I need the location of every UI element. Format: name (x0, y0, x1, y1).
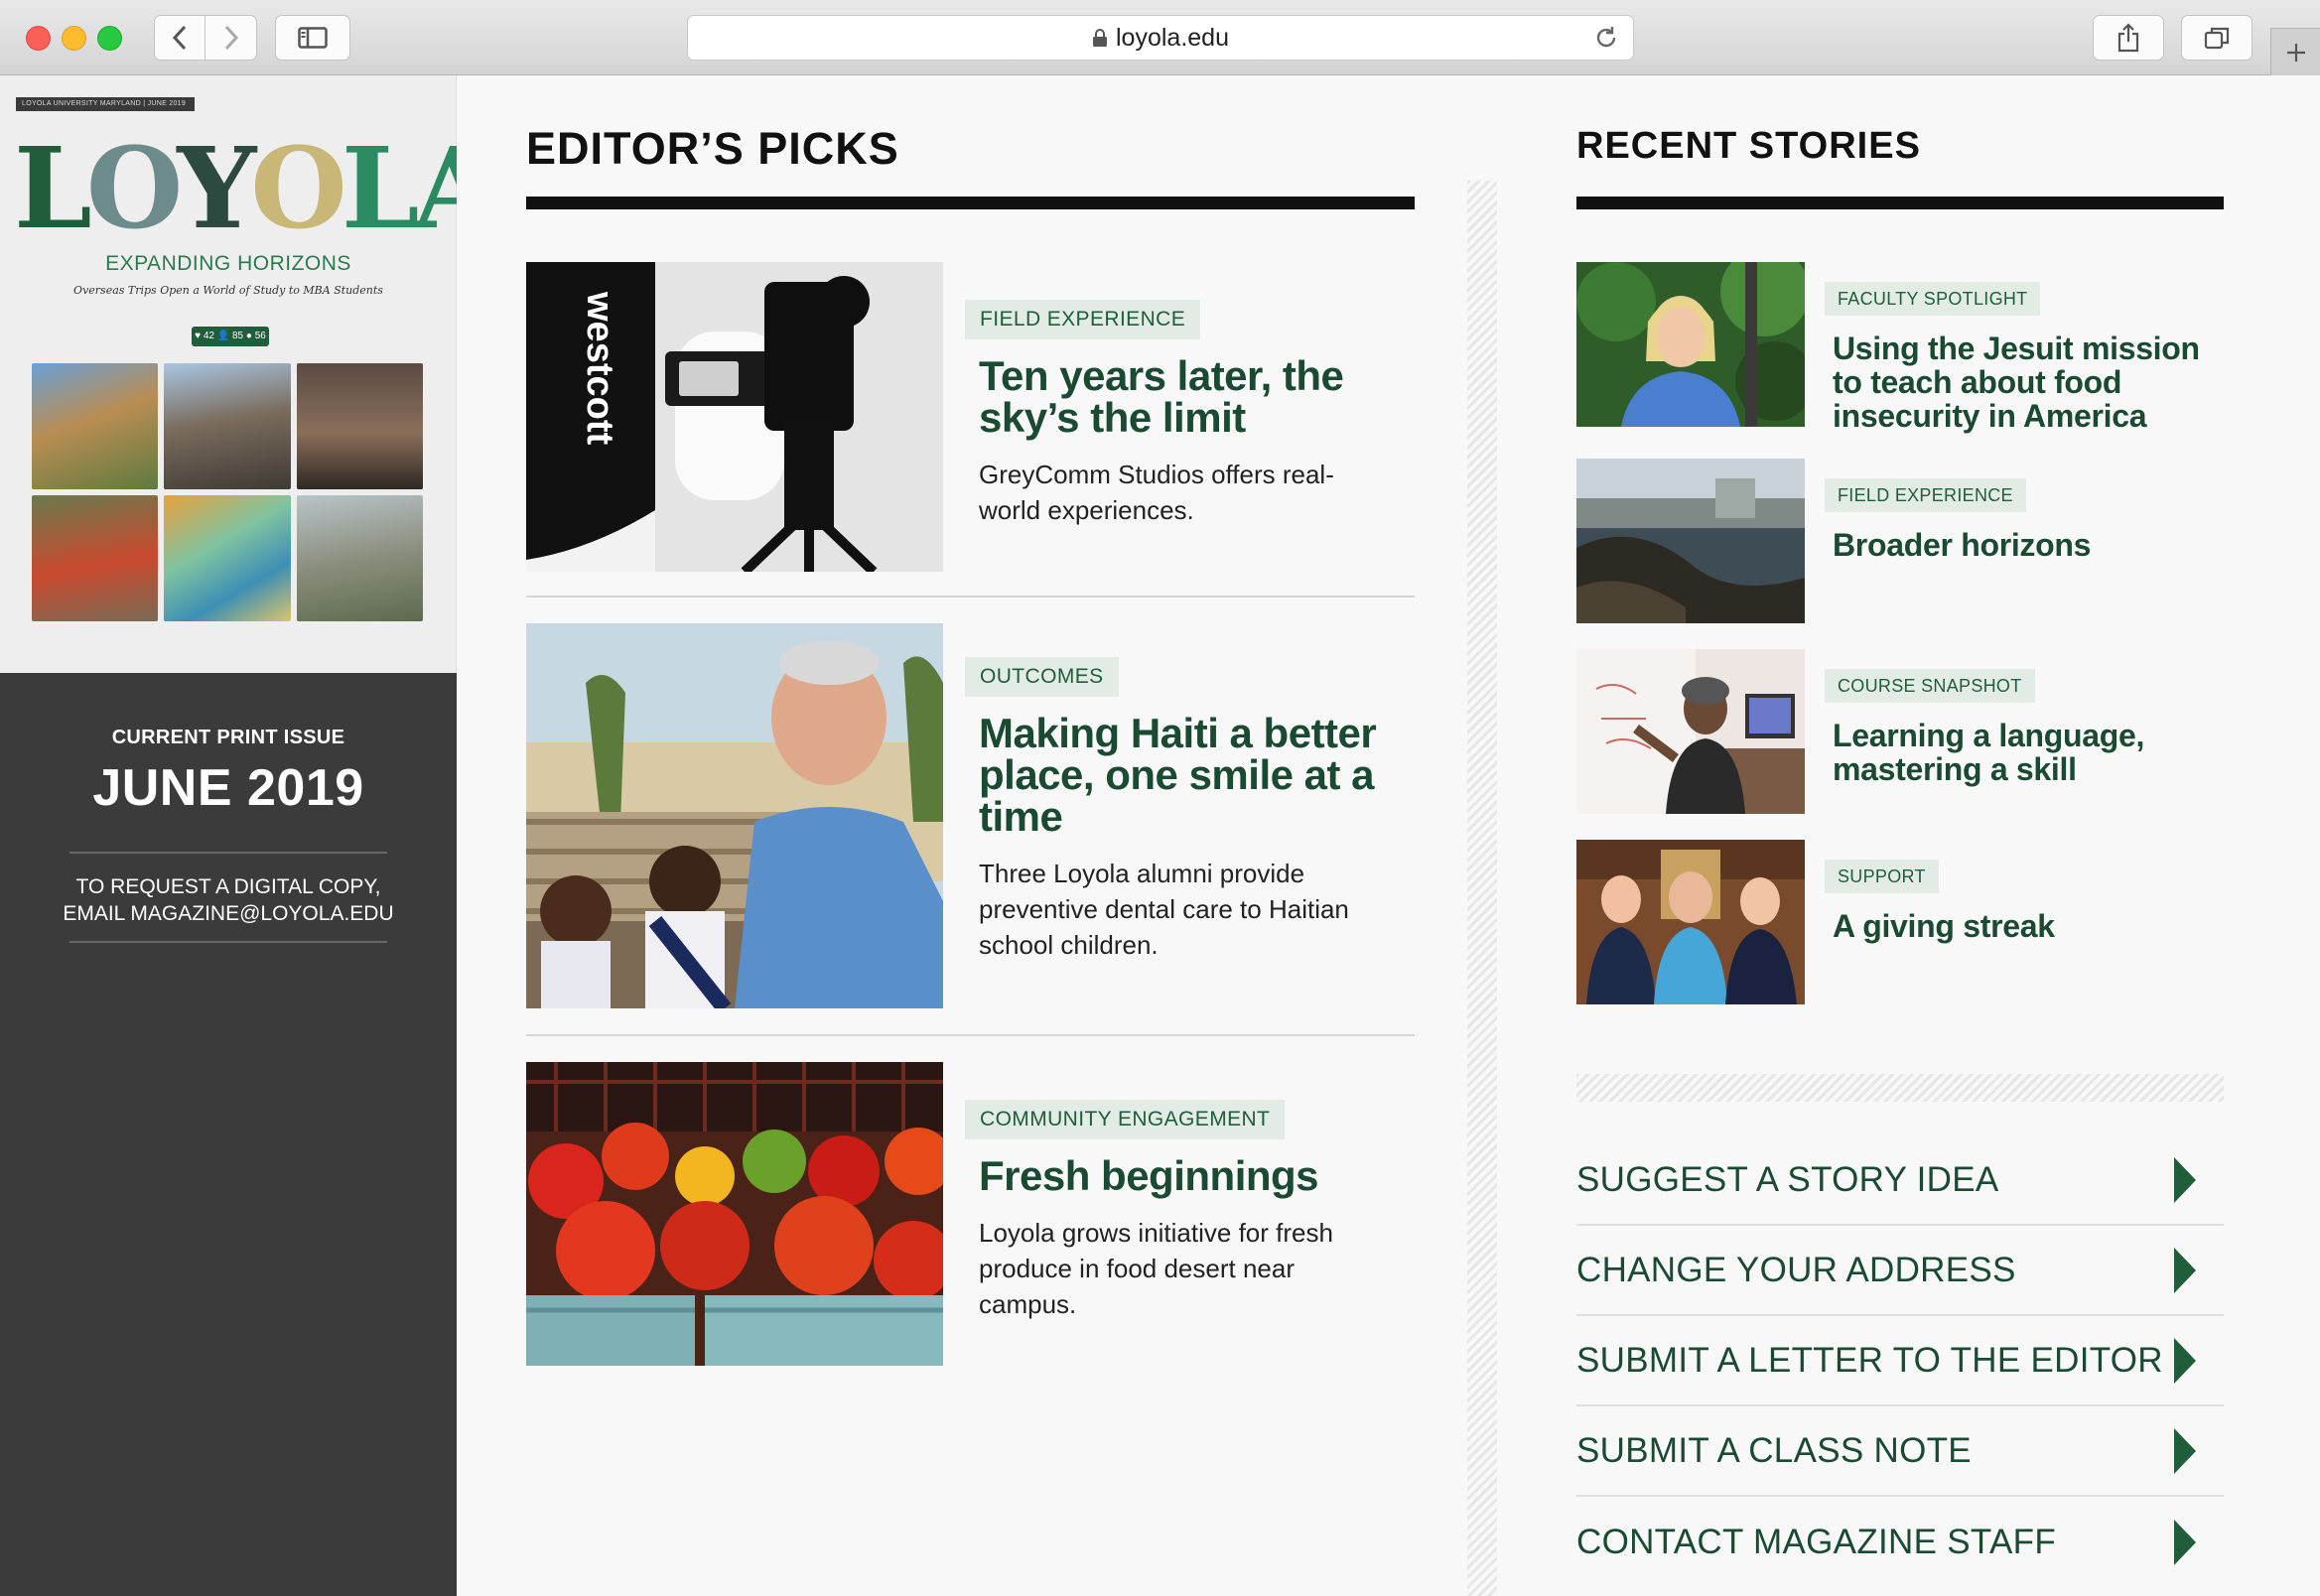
maximize-window-button[interactable] (97, 26, 122, 51)
divider (69, 941, 387, 943)
action-contact-staff[interactable]: CONTACT MAGAZINE STAFF (1576, 1497, 2224, 1587)
column-divider (1467, 181, 1497, 1596)
browser-toolbar: loyola.edu (0, 0, 2320, 75)
section-rule (1576, 197, 2224, 209)
category-tag[interactable]: OUTCOMES (965, 657, 1119, 697)
cover-headline: EXPANDING HORIZONS (105, 252, 351, 275)
cover-photo (32, 363, 159, 489)
current-issue-label: CURRENT PRINT ISSUE (111, 727, 345, 748)
divider (526, 1034, 1415, 1036)
story-title[interactable]: A giving streak (1833, 909, 2230, 943)
category-tag[interactable]: COURSE SNAPSHOT (1825, 669, 2035, 703)
article-title[interactable]: Making Haiti a better place, one smile a… (979, 713, 1406, 838)
main-content: EDITOR’S PICKS westcott FIELD EXPERIENCE… (457, 75, 2320, 1596)
divider (69, 852, 387, 854)
category-tag[interactable]: FIELD EXPERIENCE (1825, 478, 2026, 512)
cover-photo (32, 495, 159, 621)
pick-image-haiti[interactable] (526, 623, 943, 1013)
arrow-right-icon (2174, 1337, 2196, 1384)
sidebar-icon (298, 27, 328, 49)
recent-story[interactable]: FIELD EXPERIENCE Broader horizons (1576, 459, 2232, 623)
tabs-icon (2204, 27, 2230, 50)
print-issue-panel: LOYOLA UNIVERSITY MARYLAND | JUNE 2019 L… (0, 75, 499, 1596)
category-tag[interactable]: FACULTY SPOTLIGHT (1825, 282, 2041, 316)
minimize-window-button[interactable] (62, 26, 86, 51)
cover-photo-grid (32, 363, 423, 621)
recent-story[interactable]: SUPPORT A giving streak (1576, 840, 2232, 1004)
share-button[interactable] (2093, 15, 2164, 61)
story-image-classroom[interactable] (1576, 649, 1805, 814)
back-button[interactable] (154, 15, 205, 61)
section-rule (526, 197, 1415, 209)
forward-button[interactable] (205, 15, 257, 61)
story-title[interactable]: Using the Jesuit mission to teach about … (1833, 332, 2230, 433)
url-text: loyola.edu (1116, 23, 1229, 52)
share-icon (2117, 23, 2139, 53)
category-tag[interactable]: SUPPORT (1825, 860, 1939, 893)
category-tag[interactable]: FIELD EXPERIENCE (965, 300, 1201, 339)
svg-text:westcott: westcott (579, 291, 620, 445)
article-title[interactable]: Ten years later, the sky’s the limit (979, 355, 1406, 439)
article-description: GreyComm Studios offers real-world exper… (979, 460, 1334, 525)
cover-photo (296, 495, 423, 621)
action-letter-to-editor[interactable]: SUBMIT A LETTER TO THE EDITOR (1576, 1316, 2224, 1406)
pick-image-produce[interactable] (526, 1062, 953, 1366)
recent-story[interactable]: FACULTY SPOTLIGHT Using the Jesuit missi… (1576, 247, 2232, 433)
address-bar[interactable]: loyola.edu (687, 15, 1634, 61)
cover-badge: ♥ 42 👤 85 ● 56 (192, 327, 269, 346)
close-window-button[interactable] (26, 26, 51, 51)
sidebar-toggle-button[interactable] (275, 15, 350, 61)
recent-stories-heading: RECENT STORIES (1576, 125, 1921, 167)
story-title[interactable]: Learning a language, mastering a skill (1833, 719, 2230, 786)
recent-story[interactable]: COURSE SNAPSHOT Learning a language, mas… (1576, 649, 2232, 814)
cover-photo (296, 363, 423, 489)
lock-icon (1092, 28, 1108, 48)
editors-pick[interactable]: COMMUNITY ENGAGEMENT Fresh beginnings Lo… (526, 1062, 1415, 1366)
cover-logo: LOYOLA (14, 124, 499, 254)
article-description: Three Loyola alumni provide preventive d… (979, 859, 1349, 960)
action-class-note[interactable]: SUBMIT A CLASS NOTE (1576, 1406, 2224, 1497)
arrow-right-icon (2174, 1519, 2196, 1565)
story-image-donors[interactable] (1576, 840, 1805, 1004)
magazine-cover[interactable]: LOYOLA UNIVERSITY MARYLAND | JUNE 2019 L… (0, 75, 499, 673)
cover-photo (164, 363, 291, 489)
story-image-faculty[interactable] (1576, 247, 1815, 427)
digital-copy-request[interactable]: TO REQUEST A DIGITAL COPY, EMAIL MAGAZIN… (0, 873, 457, 927)
cover-photo (164, 495, 291, 621)
current-issue-date[interactable]: JUNE 2019 (0, 758, 457, 818)
cover-subhead: Overseas Trips Open a World of Study to … (73, 284, 383, 297)
cover-strip: LOYOLA UNIVERSITY MARYLAND | JUNE 2019 (16, 97, 195, 111)
new-tab-button[interactable] (2270, 28, 2320, 75)
arrow-right-icon (2174, 1156, 2196, 1203)
plus-icon (2286, 43, 2305, 62)
action-change-address[interactable]: CHANGE YOUR ADDRESS (1576, 1226, 2224, 1316)
arrow-right-icon (2174, 1427, 2196, 1474)
reload-icon[interactable] (1593, 25, 1619, 58)
back-icon (172, 25, 187, 51)
forward-icon (224, 25, 238, 51)
editors-pick[interactable]: westcott FIELD EXPERIENCE Ten years late… (526, 262, 1415, 576)
article-description: Loyola grows initiative for fresh produc… (979, 1218, 1333, 1319)
action-suggest-story[interactable]: SUGGEST A STORY IDEA (1576, 1135, 2224, 1226)
story-image-coast[interactable] (1576, 459, 1805, 623)
hatched-divider (1576, 1074, 2224, 1102)
editors-pick[interactable]: OUTCOMES Making Haiti a better place, on… (526, 623, 1415, 1013)
arrow-right-icon (2174, 1247, 2196, 1293)
article-title[interactable]: Fresh beginnings (979, 1155, 1406, 1197)
divider (526, 596, 1415, 598)
pick-image-studio[interactable]: westcott (526, 262, 943, 576)
show-tabs-button[interactable] (2181, 15, 2252, 61)
story-title[interactable]: Broader horizons (1833, 528, 2230, 562)
editors-picks-heading: EDITOR’S PICKS (526, 123, 899, 174)
category-tag[interactable]: COMMUNITY ENGAGEMENT (965, 1100, 1286, 1139)
